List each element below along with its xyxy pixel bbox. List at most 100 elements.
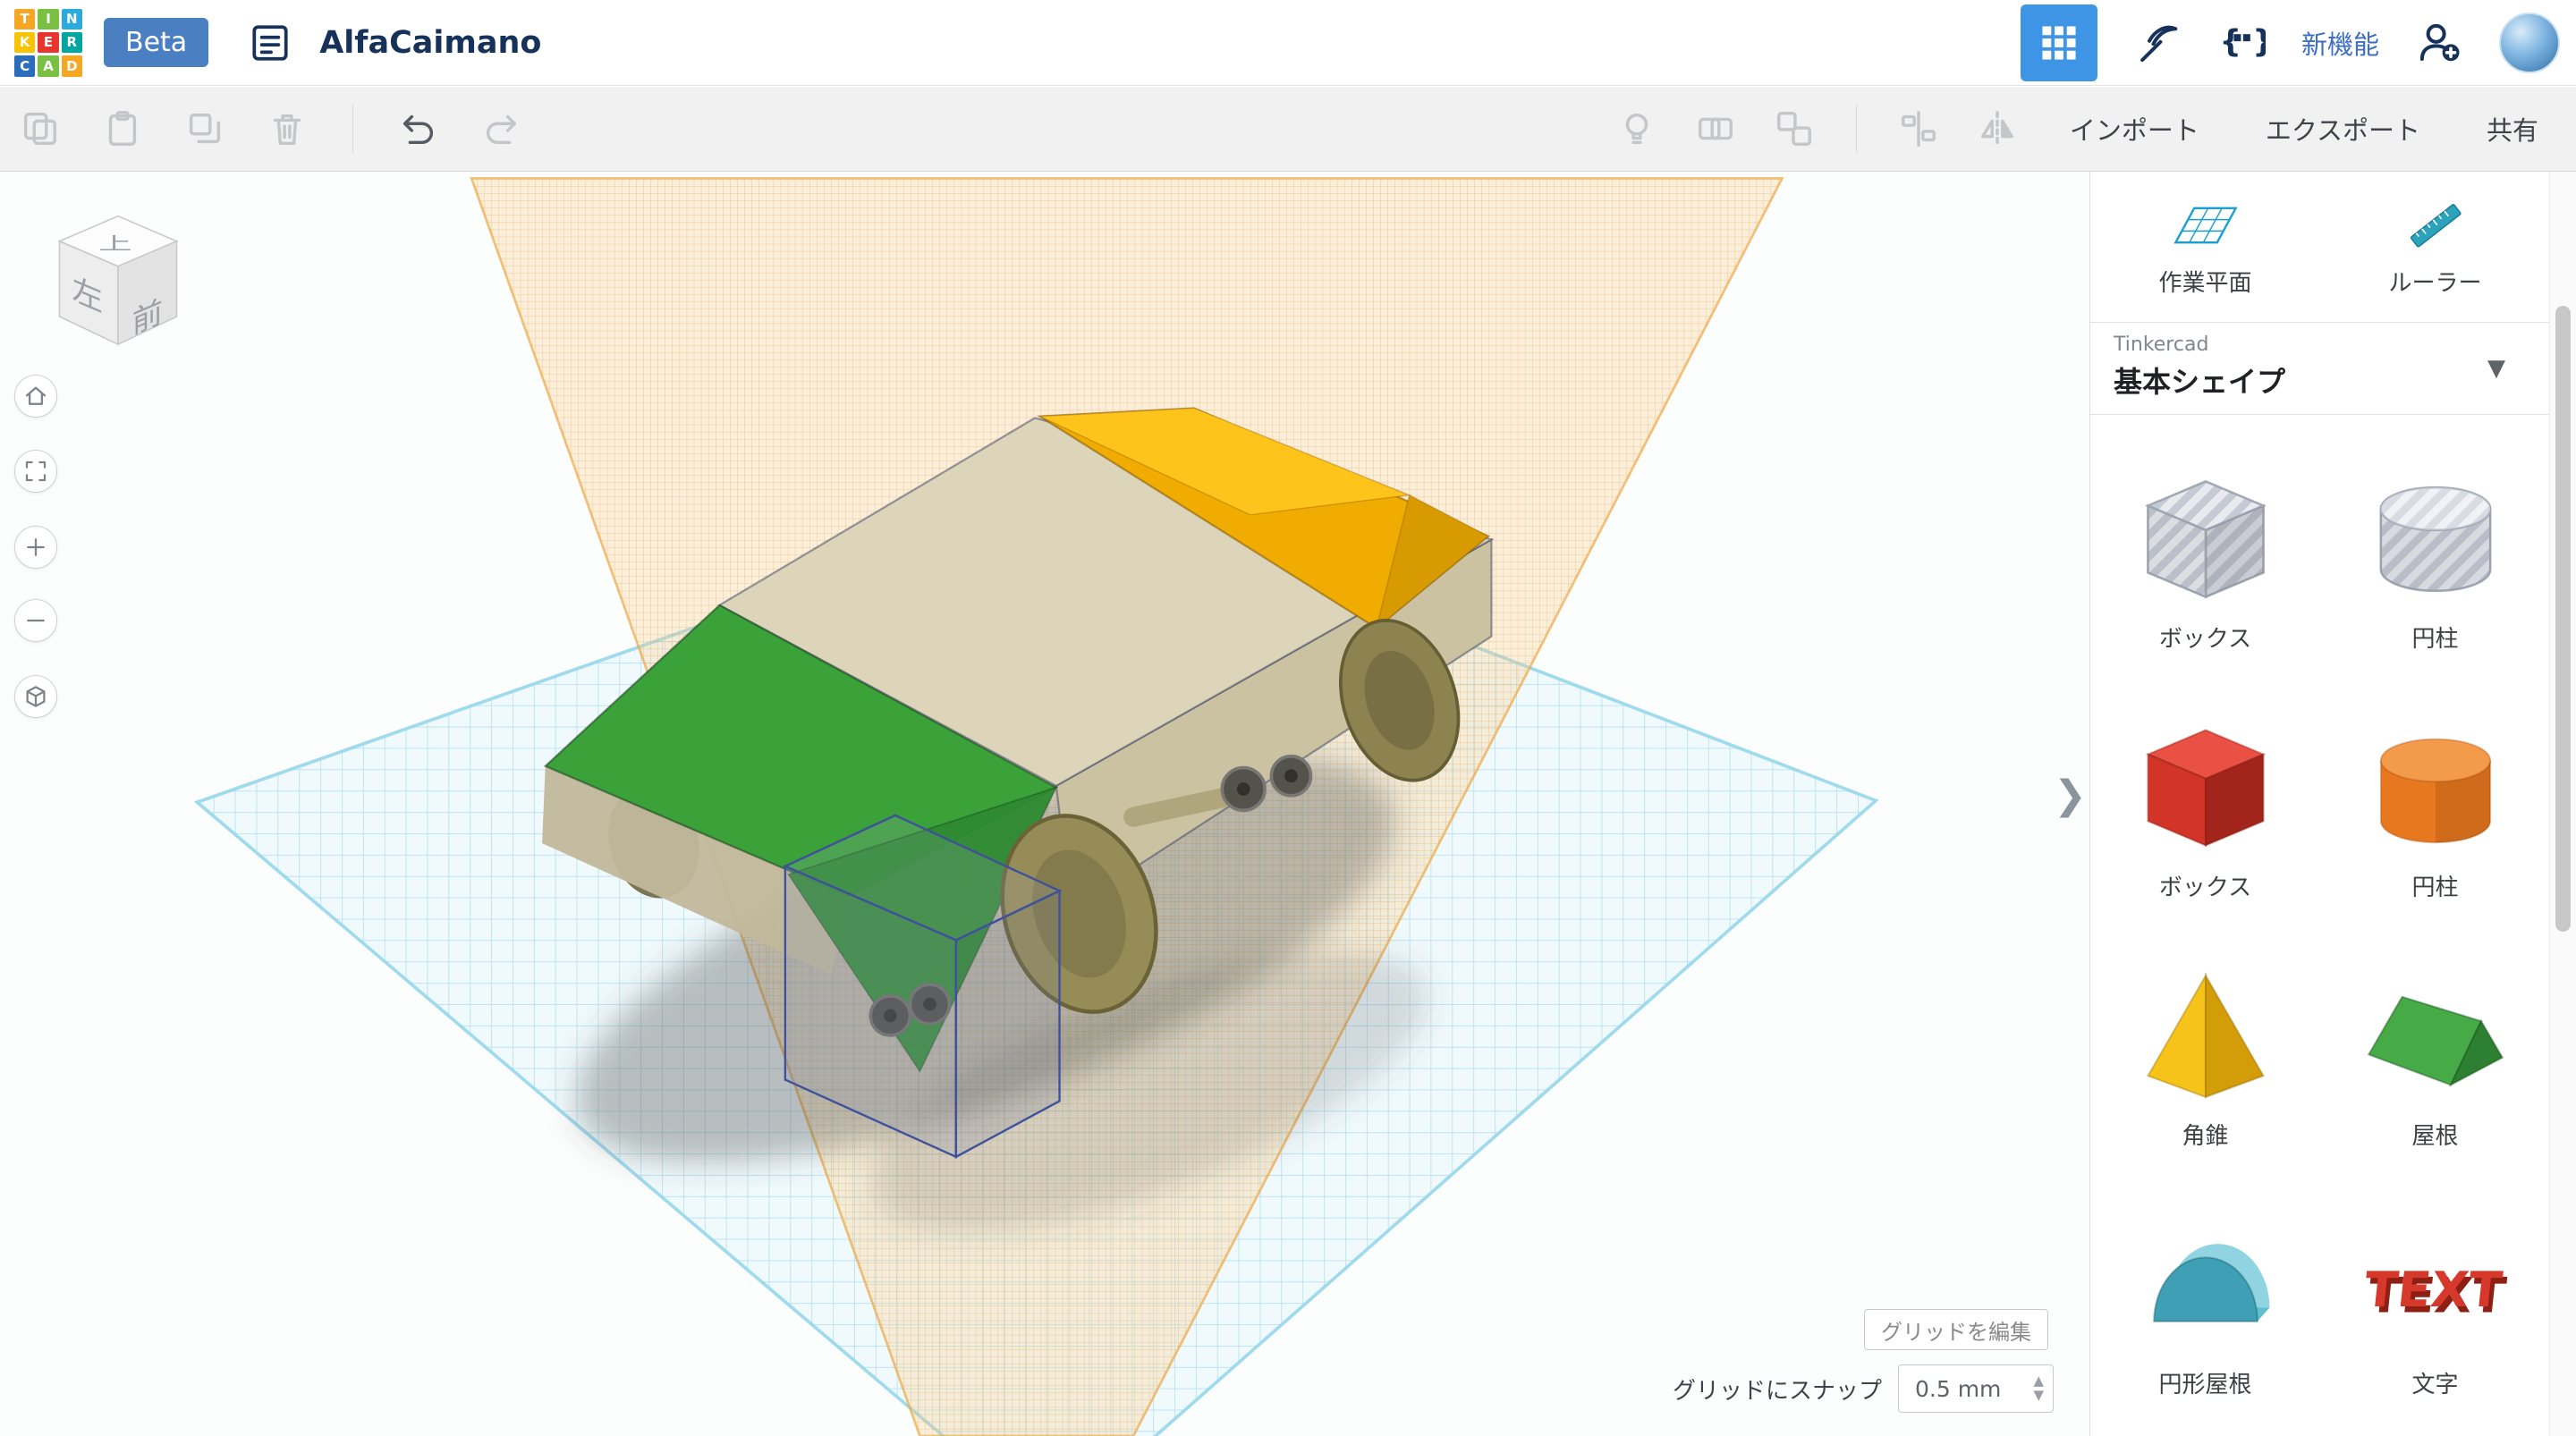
copy-button[interactable] — [20, 108, 61, 149]
shape-item-roof[interactable]: 屋根 — [2320, 939, 2550, 1187]
library-name: 基本シェイプ — [2114, 365, 2286, 399]
design-menu-button[interactable] — [248, 21, 292, 65]
undo-icon — [402, 114, 434, 145]
dashboard-grid-button[interactable] — [2020, 4, 2097, 81]
logo-tile: E — [38, 31, 59, 54]
view-cube-top-label: 上 — [98, 234, 131, 255]
trash-icon — [273, 114, 301, 146]
new-features-link[interactable]: 新機能 — [2301, 24, 2379, 62]
edit-grid-button[interactable]: グリッドを編集 — [1864, 1309, 2048, 1350]
group-icon — [1698, 117, 1733, 140]
3d-viewport[interactable]: 上 左 前 グリッドを編集 グリッドにスナップ 0.5 mm ▲ ▼ ❯ — [0, 172, 2089, 1436]
ruler-label: ルーラー — [2388, 269, 2482, 297]
codeblocks-button[interactable]: { } — [2217, 19, 2274, 67]
home-view-button[interactable] — [14, 375, 57, 418]
logo-tile: T — [14, 8, 36, 30]
zoom-out-button[interactable] — [14, 599, 57, 642]
workplane-label: 作業平面 — [2158, 269, 2252, 297]
ungroup-icon — [1776, 112, 1811, 146]
minus-icon — [27, 619, 45, 622]
fit-view-button[interactable] — [14, 450, 57, 493]
snap-grid-label: グリッドにスナップ — [1672, 1377, 1882, 1405]
shape-item-hole-box[interactable]: ボックス — [2090, 442, 2320, 690]
round-roof-icon — [2152, 1244, 2269, 1322]
view-cube[interactable]: 上 左 前 — [48, 207, 188, 356]
roof-icon — [2367, 995, 2504, 1087]
panel-collapse-arrow[interactable]: ❯ — [2054, 773, 2087, 818]
shape-label: ボックス — [2158, 626, 2252, 653]
duplicate-button[interactable] — [184, 108, 225, 149]
scrollbar-thumb[interactable] — [2555, 306, 2571, 932]
shape-library-dropdown[interactable]: Tinkercad 基本シェイプ ▼ — [2090, 322, 2550, 415]
text-shape-icon: TEXT TEXT — [2361, 1261, 2508, 1324]
align-button[interactable] — [1898, 108, 1939, 149]
undo-button[interactable] — [398, 108, 439, 149]
paste-button[interactable] — [102, 108, 143, 149]
grid-apps-icon — [2042, 25, 2076, 60]
duplicate-icon — [189, 113, 221, 144]
import-button[interactable]: インポート — [2055, 101, 2214, 156]
export-button[interactable]: エクスポート — [2251, 101, 2435, 156]
snap-grid-select[interactable]: 0.5 mm ▲ ▼ — [1898, 1364, 2054, 1413]
shape-item-cylinder[interactable]: 円柱 — [2320, 690, 2550, 939]
show-hidden-button[interactable] — [1616, 108, 1657, 149]
shape-item-pyramid[interactable]: 角錐 — [2090, 939, 2320, 1187]
logo-tile: K — [14, 31, 36, 54]
shape-item-hole-cylinder[interactable]: 円柱 — [2320, 442, 2550, 690]
shape-label: 円形屋根 — [2158, 1372, 2252, 1398]
invite-people-button[interactable] — [2415, 19, 2463, 67]
shape-item-round-roof[interactable]: 円形屋根 — [2090, 1187, 2320, 1436]
codeblocks-icon: { } — [2219, 23, 2274, 59]
workplane-tool[interactable]: 作業平面 — [2090, 172, 2320, 322]
delete-button[interactable] — [267, 108, 308, 149]
list-icon — [252, 24, 288, 61]
toolbar-separator — [1855, 105, 1857, 153]
shape-label: 文字 — [2411, 1372, 2459, 1398]
svg-text:{: { — [2219, 23, 2241, 59]
user-avatar[interactable] — [2499, 12, 2560, 73]
edit-toolbar: インポート エクスポート 共有 — [0, 87, 2576, 172]
redo-button[interactable] — [480, 108, 521, 149]
person-plus-icon — [2419, 23, 2460, 61]
shape-item-box[interactable]: ボックス — [2090, 690, 2320, 939]
fit-view-icon — [25, 460, 47, 482]
shape-label: 角錐 — [2182, 1123, 2229, 1150]
panel-scrollbar[interactable] — [2549, 172, 2576, 1436]
ruler-tool[interactable]: ルーラー — [2320, 172, 2550, 322]
paste-icon — [108, 111, 137, 146]
tinkercad-logo[interactable]: T I N K E R C A D — [14, 8, 82, 77]
red-box-icon — [2145, 729, 2266, 848]
redo-icon — [486, 114, 517, 145]
design-title[interactable]: AlfaCaimano — [319, 25, 541, 61]
plus-icon — [27, 538, 45, 556]
mirror-button[interactable] — [1977, 108, 2018, 149]
shape-label: 円柱 — [2411, 874, 2459, 901]
svg-text:TEXT: TEXT — [2361, 1261, 2504, 1318]
chevron-down-icon: ▼ — [2487, 355, 2505, 382]
beta-badge[interactable]: Beta — [104, 18, 209, 67]
logo-tile: A — [38, 55, 59, 77]
zoom-in-button[interactable] — [14, 526, 57, 569]
group-button[interactable] — [1695, 108, 1736, 149]
hole-box-icon — [2144, 480, 2267, 599]
workplane-icon — [2173, 207, 2238, 243]
spinner-caret-icon[interactable]: ▲ ▼ — [2033, 1373, 2044, 1403]
lightbulb-icon — [1625, 113, 1648, 145]
tinker-pickaxe-button[interactable] — [2133, 19, 2182, 67]
ungroup-button[interactable] — [1774, 108, 1815, 149]
logo-tile: D — [61, 55, 82, 77]
logo-tile: I — [38, 8, 59, 30]
orange-cylinder-icon — [2379, 738, 2491, 844]
perspective-toggle-button[interactable] — [14, 675, 57, 718]
3d-canvas[interactable] — [0, 172, 2089, 1436]
share-button[interactable]: 共有 — [2472, 101, 2553, 156]
library-brand: Tinkercad — [2114, 334, 2209, 356]
snap-grid-value: 0.5 mm — [1915, 1375, 2002, 1402]
toolbar-separator — [352, 105, 353, 153]
shape-gallery: ボックス 円柱 ボックス 円柱 角錐 屋根 円形屋根 TEXT TEXT 文字 — [2090, 415, 2550, 1436]
shape-item-text[interactable]: TEXT TEXT 文字 — [2320, 1187, 2550, 1436]
pyramid-icon — [2146, 972, 2265, 1099]
mirror-icon — [1980, 111, 2013, 147]
shape-label: 円柱 — [2411, 626, 2459, 653]
app-header: T I N K E R C A D Beta AlfaCaimano {新機能 — [0, 0, 2576, 86]
